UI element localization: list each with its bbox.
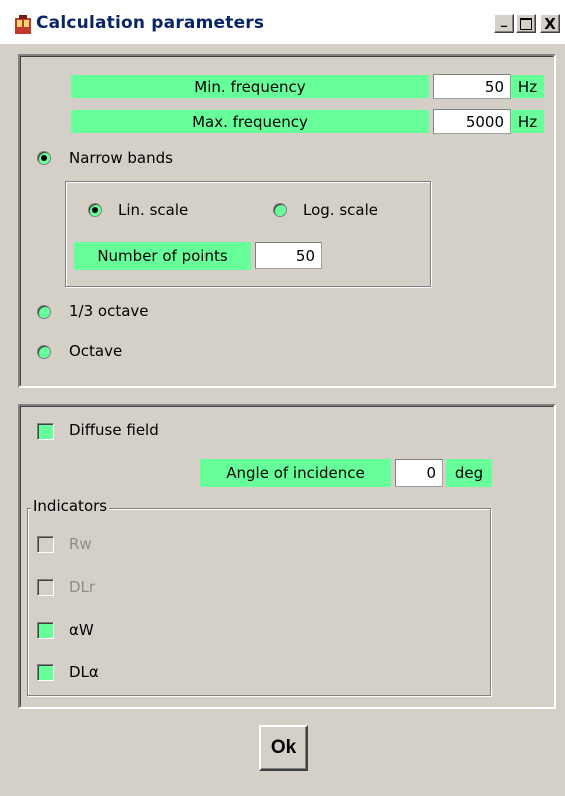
lin-scale-radio[interactable] [88,203,102,217]
narrow-bands-label: Narrow bands [69,149,173,167]
dl-alpha-checkbox[interactable] [37,664,54,681]
dlr-checkbox [37,579,54,596]
third-octave-label: 1/3 octave [69,302,149,320]
angle-unit: deg [446,459,492,487]
max-frequency-input[interactable]: 5000 [433,109,511,134]
maximize-icon [520,17,532,30]
ok-button[interactable]: Ok [259,725,308,771]
dlr-label: DLr [69,578,96,596]
indicators-group-label: Indicators [31,497,110,515]
number-of-points-label: Number of points [74,242,251,270]
log-scale-label: Log. scale [303,201,378,219]
close-button[interactable]: X [540,14,560,33]
lin-scale-label: Lin. scale [118,201,189,219]
radio-selected-dot [41,155,47,161]
max-frequency-label: Max. frequency [71,110,429,133]
minimize-button[interactable]: _ [494,13,514,33]
octave-label: Octave [69,342,123,360]
number-of-points-input[interactable]: 50 [255,242,322,269]
third-octave-radio[interactable] [37,305,51,319]
app-icon [14,15,32,35]
narrow-bands-options-group [65,181,431,287]
radio-selected-dot [92,207,98,213]
narrow-bands-radio[interactable] [37,151,51,165]
angle-of-incidence-input[interactable]: 0 [395,459,443,487]
close-icon: X [544,14,556,33]
log-scale-radio[interactable] [273,203,287,217]
dl-alpha-label: DLα [69,663,99,681]
window-title: Calculation parameters [36,13,265,33]
min-frequency-input[interactable]: 50 [433,74,511,99]
rw-label: Rw [69,535,92,553]
max-frequency-unit: Hz [511,110,544,133]
angle-of-incidence-label: Angle of incidence [200,459,391,487]
rw-checkbox [37,536,54,553]
min-frequency-unit: Hz [511,75,544,98]
diffuse-field-checkbox[interactable] [37,423,54,440]
min-frequency-label: Min. frequency [71,75,429,98]
octave-radio[interactable] [37,345,51,359]
minimize-icon: _ [500,13,508,28]
alpha-w-label: αW [69,621,94,639]
alpha-w-checkbox[interactable] [37,622,54,639]
maximize-button[interactable] [516,14,536,33]
diffuse-field-label: Diffuse field [69,421,159,439]
